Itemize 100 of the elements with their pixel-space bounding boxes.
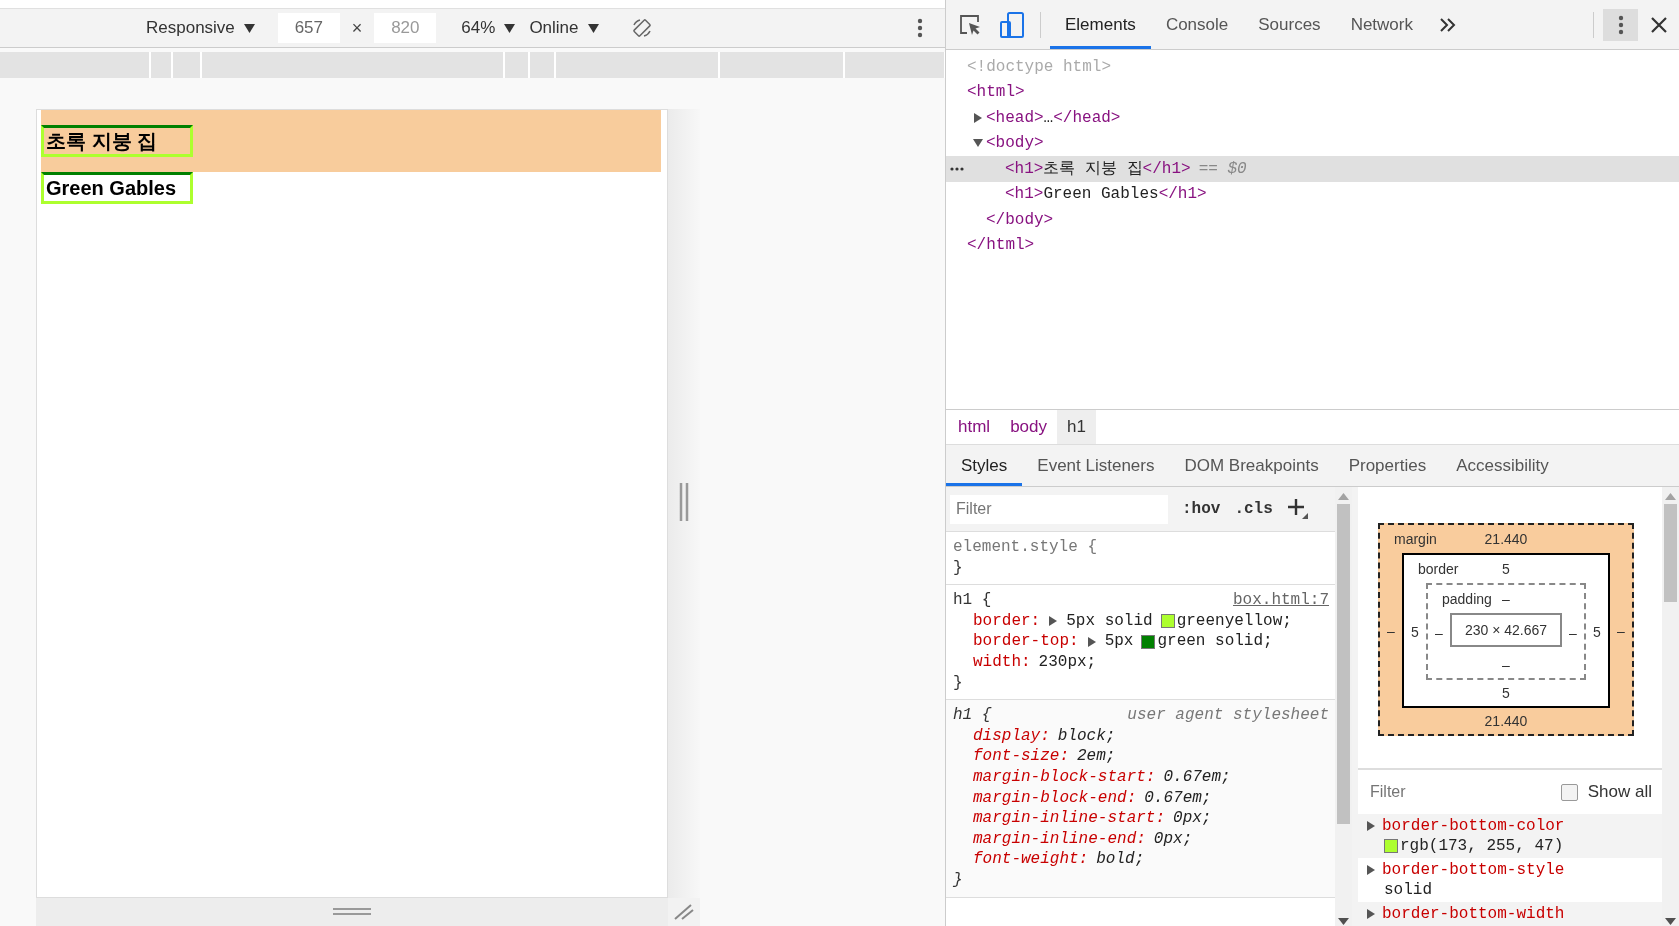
box-model-value: 5 [1593,623,1601,640]
cls-button[interactable]: .cls [1234,500,1273,518]
box-model-value: 5 [1502,561,1510,577]
property-name[interactable]: border-top: [973,631,1079,652]
triangle-right-icon[interactable] [1366,865,1376,875]
more-tabs-icon[interactable] [1440,17,1456,32]
triangle-down-icon[interactable] [973,138,983,149]
dom-node[interactable]: </body> [986,210,1054,229]
show-all-checkbox[interactable] [1560,783,1578,801]
box-model-value: – [1617,622,1625,639]
property-name[interactable]: font-weight: [973,849,1089,870]
scrollbar-thumb[interactable] [1664,504,1677,602]
source-link[interactable]: box.html:7 [1233,590,1329,611]
more-icon[interactable] [1617,14,1624,35]
closing-brace: } [953,870,963,889]
device-dropdown[interactable]: Responsive [146,18,255,38]
property-value[interactable]: 2em; [1077,746,1116,767]
hov-button[interactable]: :hov [1182,500,1221,518]
triangle-right-icon[interactable] [1366,909,1376,919]
selected-row-highlight[interactable]: <h1>초록 지붕 집</h1> == $0 [946,156,1679,182]
property-value[interactable]: 5px solid [1066,610,1153,632]
color-swatch[interactable] [1160,614,1175,629]
box-model-value: – [1387,622,1395,639]
property-name[interactable]: margin-inline-end: [973,828,1146,850]
rotate-icon[interactable] [630,17,653,39]
dom-node[interactable]: <body> [986,134,1044,153]
content-box: 230 × 42.667 [1450,613,1562,647]
property-value[interactable]: greenyellow; [1176,610,1292,632]
property-name[interactable]: display: [973,725,1050,747]
panel-tab[interactable]: Accessibility [1441,445,1564,486]
property-name[interactable]: margin-inline-start: [973,808,1166,829]
property-value[interactable]: 0.67em; [1144,787,1212,809]
css-selector: element.style { [953,537,1098,558]
panel-tab[interactable]: DOM Breakpoints [1169,445,1334,486]
close-icon[interactable] [1650,15,1668,34]
filter-field[interactable]: Filter [1364,777,1526,807]
dom-node[interactable]: <h1>Green Gables</h1> [1005,185,1207,204]
scroll-down-icon[interactable] [1338,918,1349,925]
menu-button[interactable] [1603,8,1638,41]
css-selector: h1 { [953,590,992,611]
resize-handle-icon[interactable] [679,483,689,521]
scroll-down-icon[interactable] [1665,918,1676,925]
triangle-right-icon[interactable] [973,112,983,123]
plus-icon[interactable] [1286,498,1309,520]
property-value[interactable]: 0px; [1153,828,1193,850]
property-name[interactable]: border: [973,610,1041,632]
dom-node[interactable]: <head>…</head> [986,108,1121,127]
property-value: solid [1384,880,1432,900]
panel-tab[interactable]: Event Listeners [1022,445,1170,486]
times-sign: × [351,17,363,39]
property-name[interactable]: margin-block-start: [973,766,1156,788]
width-field[interactable]: 657 [277,13,340,43]
color-swatch[interactable] [1384,839,1398,853]
devtools-tab[interactable]: Network [1335,0,1428,49]
caret-icon [243,23,255,33]
property-name[interactable]: width: [973,651,1031,673]
more-icon[interactable] [917,18,923,38]
property-value[interactable]: 230px; [1038,651,1097,673]
resize-handle-icon[interactable] [333,907,371,916]
throttling-dropdown[interactable]: Online [529,18,599,38]
dom-node[interactable]: <html> [967,83,1025,102]
property-name[interactable]: border-bottom-color [1382,816,1565,836]
devtools-tab[interactable]: Sources [1243,0,1336,49]
property-value[interactable]: green solid; [1157,631,1273,652]
filter-field[interactable]: Filter [950,494,1168,524]
property-value[interactable]: 0px; [1173,808,1212,829]
triangle-right-icon[interactable] [1086,636,1097,647]
color-swatch[interactable] [1141,634,1156,649]
more-icon[interactable] [949,166,964,171]
zoom-dropdown[interactable]: 64% [461,18,516,38]
selected-marker: == $0 [1198,159,1247,178]
property-name[interactable]: border-bottom-style [1382,860,1565,880]
devtools-tab[interactable]: Console [1150,0,1244,49]
box-model-value: 21.440 [1484,531,1528,547]
property-name[interactable]: font-size: [973,746,1069,767]
property-value[interactable]: 5px [1104,631,1134,652]
box-model-value: 5 [1411,623,1419,640]
css-selector: h1 { [953,705,992,726]
dom-node[interactable]: <h1>초록 지붕 집</h1> [1005,158,1191,180]
devtools-tab[interactable]: Elements [1050,0,1151,49]
checkbox-label[interactable]: Show all [1587,782,1652,802]
triangle-right-icon[interactable] [1366,821,1376,831]
breadcrumb[interactable]: html [948,410,1001,444]
dom-node[interactable]: </html> [967,236,1035,255]
resize-corner-icon[interactable] [674,902,694,920]
property-value[interactable]: 0.67em; [1163,766,1231,788]
scrollbar-thumb[interactable] [1337,504,1350,824]
device-icon[interactable] [1000,11,1024,38]
property-value[interactable]: block; [1057,725,1116,747]
triangle-right-icon[interactable] [1048,616,1059,627]
scrollbar[interactable] [1335,487,1352,926]
breadcrumb[interactable]: body [1000,410,1057,444]
scrollbar[interactable] [1662,487,1679,926]
box-model-label: margin [1393,531,1437,547]
box-model-label: padding [1441,591,1492,607]
property-value: rgb(173, 255, 47) [1400,836,1564,856]
property-value[interactable]: bold; [1096,849,1145,870]
property-name[interactable]: margin-block-end: [973,787,1137,809]
breadcrumb[interactable]: h1 [1057,410,1096,444]
panel-tab[interactable]: Properties [1333,445,1442,486]
